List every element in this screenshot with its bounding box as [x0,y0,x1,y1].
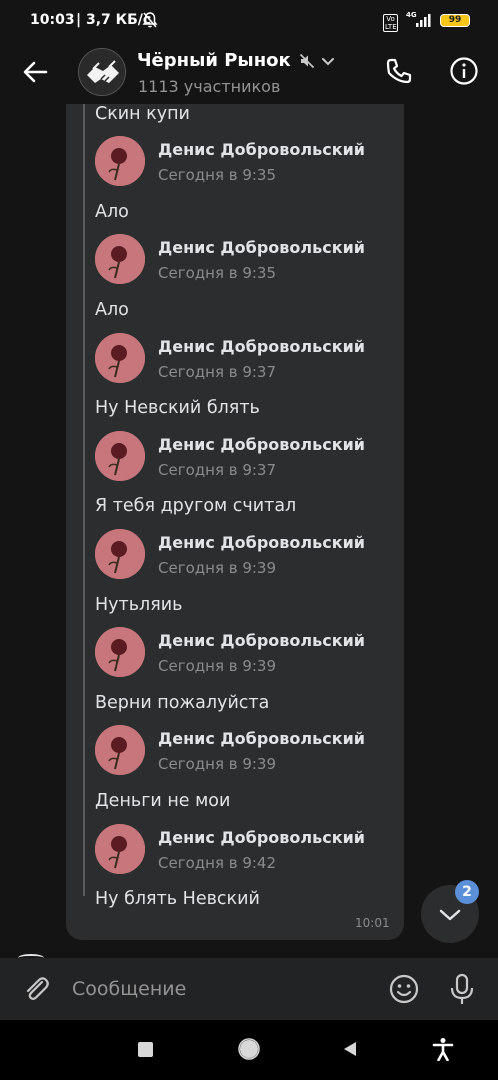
avatar[interactable] [95,136,145,186]
avatar[interactable] [95,529,145,579]
accessibility-icon[interactable] [432,1037,454,1061]
back-arrow-icon[interactable] [22,58,50,86]
home-button[interactable] [238,1038,260,1060]
avatar[interactable] [95,333,145,383]
message-text: Нутьляиь [95,595,183,615]
forward-time: Сегодня в 9:35 [158,166,277,184]
avatar[interactable] [95,627,145,677]
forward-time: Сегодня в 9:39 [158,755,277,773]
rose-avatar-icon [95,627,145,677]
message-time: 10:01 [355,916,390,930]
phone-icon[interactable] [384,56,414,86]
notifications-off-icon [142,12,158,28]
chevron-down-icon [321,57,334,65]
status-network-speed: | 3,7 КБ/с [76,12,152,28]
chat-subtitle: 1113 участников [138,77,281,96]
rose-avatar-icon [95,529,145,579]
message-text: Скин купи [95,104,190,124]
message-text: Я тебя другом считал [95,496,297,516]
forward-author[interactable]: Денис Добровольский [158,238,365,257]
forward-author[interactable]: Денис Добровольский [158,729,365,748]
rose-avatar-icon [95,333,145,383]
forward-time: Сегодня в 9:37 [158,461,277,479]
message-input[interactable] [72,974,362,1004]
forward-time: Сегодня в 9:39 [158,559,277,577]
mute-icon [299,53,314,68]
signal-icon [416,14,431,27]
forward-time: Сегодня в 9:35 [158,264,277,282]
rose-avatar-icon [95,824,145,874]
avatar[interactable] [95,725,145,775]
emoji-icon[interactable] [388,973,420,1005]
info-icon[interactable] [449,56,479,86]
composer [0,958,498,1020]
avatar[interactable] [95,431,145,481]
handshake-logo-icon [79,49,125,95]
rose-avatar-icon [95,725,145,775]
message-text: Ало [95,300,129,320]
forward-author[interactable]: Денис Добровольский [158,631,365,650]
rose-avatar-icon [95,234,145,284]
avatar[interactable] [95,234,145,284]
message-text: Ну блять Невский [95,889,260,909]
paperclip-icon[interactable] [22,974,52,1004]
forward-author[interactable]: Денис Добровольский [158,533,365,552]
avatar[interactable] [95,824,145,874]
message-text: Верни пожалуйста [95,693,270,713]
forward-quote-bar [83,104,85,896]
forward-author[interactable]: Денис Добровольский [158,140,365,159]
system-nav-bar [0,1020,498,1080]
chat-header: Чёрный Рынок 1113 участников [0,40,498,104]
forward-author[interactable]: Денис Добровольский [158,828,365,847]
battery-icon: 99 [440,14,470,27]
forward-time: Сегодня в 9:42 [158,854,277,872]
chat-area[interactable]: Скин купи Денис Добровольский Сегодня в … [0,104,498,958]
group-avatar[interactable] [78,48,126,96]
unread-badge: 2 [455,880,479,904]
volte-icon: Vo LTE [383,14,398,32]
message-bubble[interactable] [66,104,404,940]
status-time: 10:03 [30,12,75,28]
microphone-icon[interactable] [448,972,476,1006]
forward-time: Сегодня в 9:37 [158,363,277,381]
chat-title-row[interactable]: Чёрный Рынок [137,50,335,71]
message-text: Деньги не мои [95,791,231,811]
forward-author[interactable]: Денис Добровольский [158,435,365,454]
forward-author[interactable]: Денис Добровольский [158,337,365,356]
rose-avatar-icon [95,431,145,481]
message-text: Ну Невский блять [95,398,260,418]
recents-button[interactable] [138,1042,153,1057]
status-bar: 10:03 | 3,7 КБ/с Vo LTE 4G 99 [0,0,498,40]
message-text: Ало [95,202,129,222]
back-triangle-icon[interactable] [341,1040,359,1058]
rose-avatar-icon [95,136,145,186]
forward-time: Сегодня в 9:39 [158,657,277,675]
chat-title: Чёрный Рынок [137,50,291,71]
